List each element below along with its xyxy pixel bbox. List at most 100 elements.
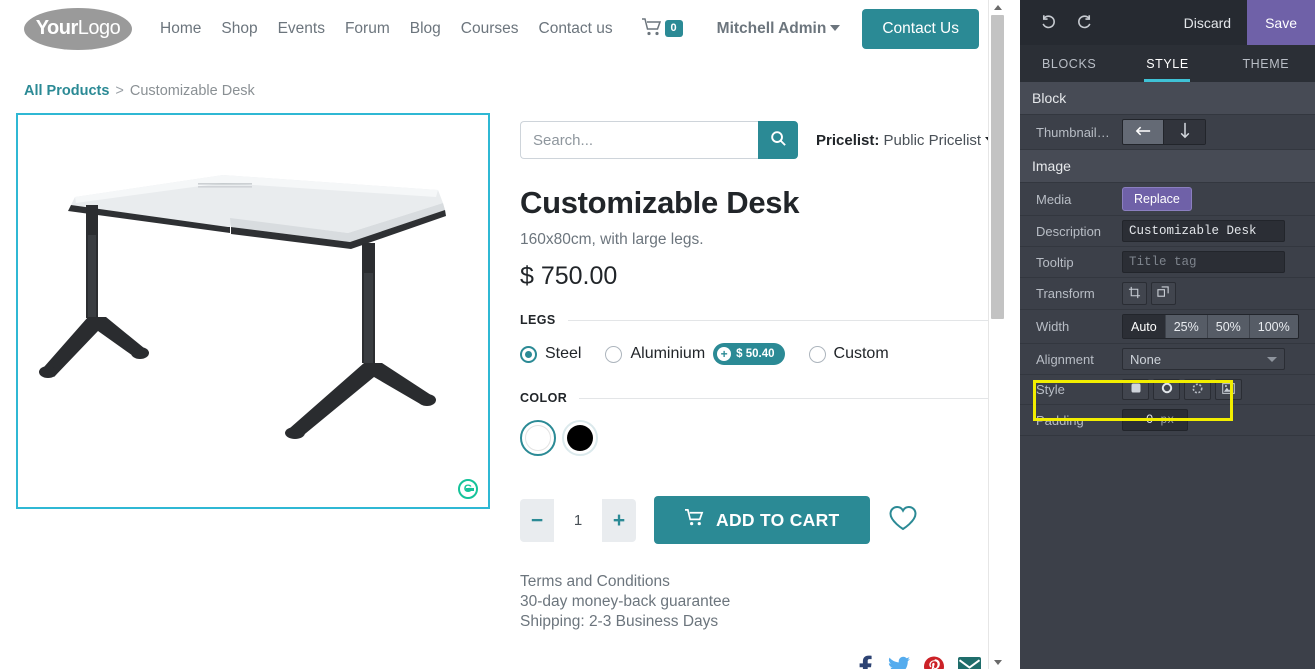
scrollbar-up-button[interactable] <box>989 0 1005 14</box>
nav-link-contact-us[interactable]: Contact us <box>539 20 613 38</box>
width-25-button[interactable]: 25% <box>1165 315 1208 338</box>
nav-links: Home Shop Events Forum Blog Courses Cont… <box>160 20 613 38</box>
legs-option-aluminium[interactable]: Aluminium <box>605 345 705 363</box>
email-icon[interactable] <box>958 655 982 669</box>
transform-control <box>1122 282 1305 305</box>
nav-link-home[interactable]: Home <box>160 20 201 38</box>
tooltip-input[interactable] <box>1122 251 1285 273</box>
tab-theme[interactable]: THEME <box>1217 45 1315 82</box>
navbar-right: Mitchell Admin Contact Us <box>717 8 1005 49</box>
nav-link-courses[interactable]: Courses <box>461 20 519 38</box>
color-swatch-white-fill <box>525 425 551 451</box>
quantity-increase-button[interactable]: + <box>602 498 636 542</box>
nav-link-forum[interactable]: Forum <box>345 20 390 38</box>
nav-link-events[interactable]: Events <box>278 20 325 38</box>
padding-value: 0 <box>1145 413 1154 427</box>
width-segmented: Auto 25% 50% 100% <box>1122 314 1299 339</box>
search-button[interactable] <box>758 121 798 159</box>
color-swatch-black[interactable] <box>562 420 598 456</box>
crop-icon <box>1128 286 1141 302</box>
width-100-button[interactable]: 100% <box>1249 315 1298 338</box>
cart-button[interactable]: 0 <box>641 17 683 40</box>
logo-text: YourLogo <box>36 17 121 40</box>
scrollbar-down-button[interactable] <box>989 655 1005 669</box>
alignment-control: None <box>1122 348 1305 370</box>
padding-unit: px <box>1160 413 1175 427</box>
style-circle-button[interactable] <box>1153 379 1180 400</box>
discard-button[interactable]: Discard <box>1167 0 1248 45</box>
redo-button[interactable] <box>1066 0 1102 45</box>
legs-option-custom-label: Custom <box>833 345 889 362</box>
breadcrumb-all-products[interactable]: All Products <box>24 83 109 99</box>
style-shadow-button[interactable] <box>1184 379 1211 400</box>
alignment-select[interactable]: None <box>1122 348 1285 370</box>
description-input[interactable] <box>1122 220 1285 242</box>
twitter-icon[interactable] <box>888 655 911 669</box>
site-logo[interactable]: YourLogo <box>24 7 132 50</box>
radio-icon[interactable] <box>520 345 537 363</box>
radio-icon[interactable] <box>605 345 623 363</box>
circle-icon <box>1161 382 1173 397</box>
breadcrumb-separator: > <box>115 83 124 99</box>
transform-button[interactable] <box>1151 282 1176 305</box>
grammarly-icon[interactable]: G <box>458 479 478 499</box>
search-input[interactable] <box>520 121 758 159</box>
product-subtitle: 160x80cm, with large legs. <box>520 231 704 248</box>
nav-link-blog[interactable]: Blog <box>410 20 441 38</box>
editor-toolbar: Discard Save <box>1020 0 1315 45</box>
quantity-decrease-button[interactable]: − <box>520 498 554 542</box>
thumbnails-position-bottom-button[interactable] <box>1164 120 1205 144</box>
terms-line-1: Terms and Conditions <box>520 573 670 590</box>
user-menu[interactable]: Mitchell Admin <box>717 20 841 38</box>
color-label: COLOR <box>520 391 568 405</box>
style-rounded-button[interactable] <box>1122 379 1149 400</box>
add-to-cart-button[interactable]: ADD TO CART <box>654 496 870 544</box>
save-button[interactable]: Save <box>1247 0 1315 45</box>
description-control <box>1122 220 1305 242</box>
product-image-desk <box>39 175 446 439</box>
tab-blocks[interactable]: BLOCKS <box>1020 45 1118 82</box>
legs-option-custom[interactable]: Custom <box>808 345 889 363</box>
legs-option-steel[interactable]: Steel <box>520 345 581 363</box>
replace-media-button[interactable]: Replace <box>1122 187 1192 211</box>
color-swatch-white[interactable] <box>520 420 556 456</box>
terms-block: Terms and Conditions 30-day money-back g… <box>520 572 995 631</box>
wishlist-button[interactable] <box>888 505 918 535</box>
breadcrumb: All Products > Customizable Desk <box>0 57 1005 99</box>
chevron-down-icon <box>1267 356 1277 362</box>
thumbnails-position-left-button[interactable] <box>1123 120 1164 144</box>
cart-icon <box>684 508 705 532</box>
padding-label: Padding <box>1036 412 1084 428</box>
undo-button[interactable] <box>1030 0 1066 45</box>
width-auto-button[interactable]: Auto <box>1123 315 1166 338</box>
quantity-input[interactable] <box>554 498 602 542</box>
shadow-icon <box>1191 382 1204 398</box>
row-padding: Padding 0 px <box>1020 405 1315 436</box>
scrollbar-thumb[interactable] <box>991 15 1004 319</box>
tab-style[interactable]: STYLE <box>1118 45 1216 82</box>
crop-button[interactable] <box>1122 282 1147 305</box>
contact-us-button[interactable]: Contact Us <box>862 8 979 49</box>
transform-label: Transform <box>1036 286 1095 301</box>
divider <box>567 319 996 321</box>
pricelist-selector[interactable]: Pricelist: Public Pricelist <box>816 132 996 149</box>
product-image-frame[interactable]: G <box>16 113 490 509</box>
page-scrollbar[interactable] <box>988 0 1005 669</box>
nav-link-shop[interactable]: Shop <box>221 20 257 38</box>
panel-empty-area <box>1020 447 1315 669</box>
thumbnail-icon <box>1222 382 1235 397</box>
style-thumbnail-button[interactable] <box>1215 379 1242 400</box>
cart-icon <box>641 17 663 40</box>
search-box <box>520 121 798 159</box>
add-to-cart-label: ADD TO CART <box>716 509 840 530</box>
editor-toolbar-actions: Discard Save <box>1167 0 1315 45</box>
facebook-icon[interactable] <box>856 655 874 669</box>
padding-input[interactable]: 0 px <box>1122 409 1188 431</box>
add-to-cart-row: − + ADD TO CART <box>520 496 995 544</box>
width-50-button[interactable]: 50% <box>1207 315 1250 338</box>
plus-icon: + <box>717 347 732 361</box>
arrow-down-icon <box>1179 121 1191 143</box>
legs-option-steel-label: Steel <box>545 345 582 362</box>
radio-icon[interactable] <box>808 345 826 363</box>
pinterest-icon[interactable] <box>924 655 945 669</box>
